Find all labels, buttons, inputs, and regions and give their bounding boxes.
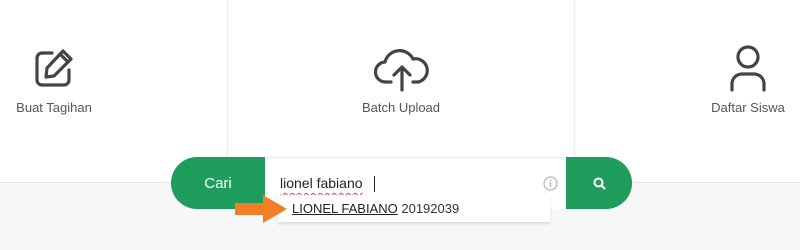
pointer-arrow-icon bbox=[235, 195, 287, 223]
search-input-value: lionel fabiano bbox=[280, 175, 363, 191]
menu-label-batch-upload: Batch Upload bbox=[361, 100, 441, 115]
suggestion-id: 20192039 bbox=[401, 201, 460, 216]
menu-item-buat-tagihan[interactable]: Buat Tagihan bbox=[0, 0, 227, 182]
menu-label-buat-tagihan: Buat Tagihan bbox=[16, 100, 92, 115]
cloud-upload-icon bbox=[374, 49, 429, 92]
menu-label-daftar-siswa: Daftar Siswa bbox=[711, 100, 785, 115]
cari-button-label: Cari bbox=[204, 174, 232, 192]
info-icon[interactable] bbox=[543, 176, 558, 191]
edit-icon bbox=[35, 49, 73, 87]
search-submit-button[interactable] bbox=[566, 157, 632, 209]
text-caret bbox=[373, 176, 375, 194]
quick-menu-panel: Buat Tagihan Batch Upload Daftar Siswa bbox=[0, 0, 800, 182]
suggestion-name: LIONEL FABIANO bbox=[292, 201, 398, 216]
user-icon bbox=[730, 45, 766, 92]
search-icon bbox=[593, 177, 605, 189]
autocomplete-dropdown: LIONEL FABIANO 20192039 bbox=[278, 195, 550, 222]
autocomplete-suggestion[interactable]: LIONEL FABIANO 20192039 bbox=[292, 201, 459, 216]
menu-item-daftar-siswa[interactable]: Daftar Siswa bbox=[574, 0, 800, 182]
menu-item-batch-upload[interactable]: Batch Upload bbox=[227, 0, 574, 182]
